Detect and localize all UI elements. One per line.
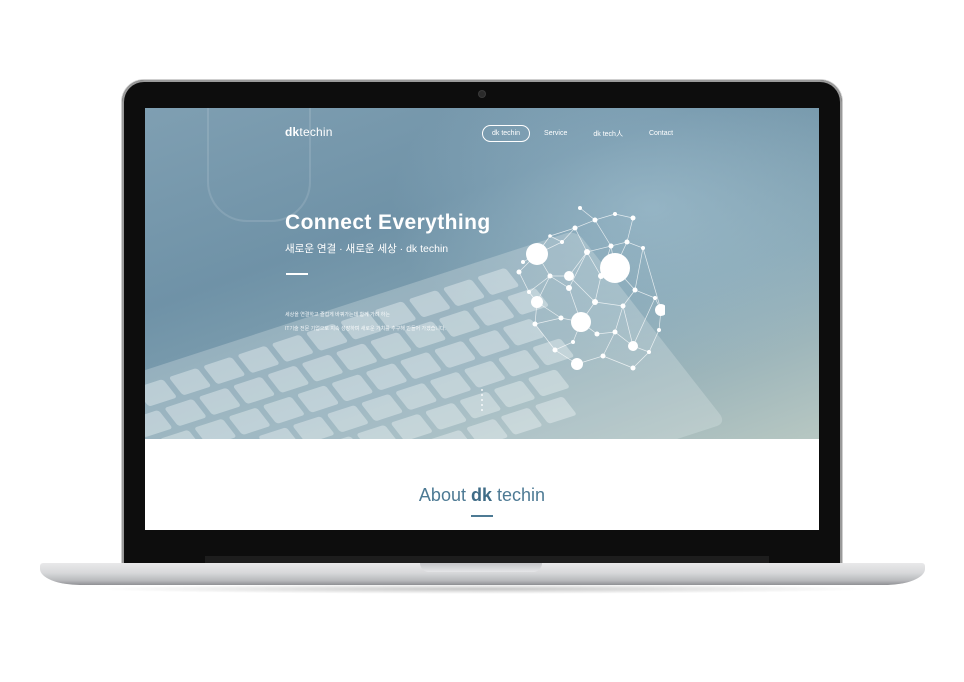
main-nav: dk techin Service dk tech人 Contact xyxy=(482,125,699,142)
camera-icon xyxy=(479,91,485,97)
hero-divider xyxy=(286,273,308,275)
laptop-screen: dktechin dk techin Service dk tech人 Cont… xyxy=(145,108,819,530)
hero-subtitle: 새로운 연결 · 새로운 세상 · dk techin xyxy=(285,243,449,255)
about-title-suffix: techin xyxy=(497,485,546,505)
scroll-indicator[interactable] xyxy=(481,389,483,411)
hero-description: 세상을 연결하고 즐겁게 바꿔가는데 함께 가려 하는 IT기술 전문 기업으로… xyxy=(285,308,446,336)
brand-suffix: techin xyxy=(299,125,333,139)
hero-description-line: IT기술 전문 기업으로 지속 성장하며 새로운 가치를 추구해 만들어 가겠습… xyxy=(285,326,446,332)
nav-item-contact[interactable]: Contact xyxy=(649,130,673,137)
hero-section: dktechin dk techin Service dk tech人 Cont… xyxy=(145,108,819,439)
about-divider xyxy=(471,515,493,517)
scroll-dot xyxy=(481,404,483,406)
scroll-dot xyxy=(481,399,483,401)
about-section: About dk techin xyxy=(145,439,819,530)
about-title-prefix: About xyxy=(418,485,466,505)
about-title: About dk techin xyxy=(145,485,819,506)
brand-logo[interactable]: dktechin xyxy=(285,125,333,139)
laptop-shadow xyxy=(90,584,875,594)
network-graphic xyxy=(516,206,665,371)
nav-item-service[interactable]: Service xyxy=(544,130,567,137)
nav-item-dk-techin[interactable]: dk techin xyxy=(482,125,531,142)
about-title-brand: dk xyxy=(470,485,492,505)
scroll-dot xyxy=(481,389,483,391)
hero-description-line: 세상을 연결하고 즐겁게 바꿔가는데 함께 가려 하는 xyxy=(285,312,390,318)
scroll-dot xyxy=(481,394,483,396)
scroll-dot xyxy=(481,409,483,411)
hero-title: Connect Everything xyxy=(285,211,491,234)
nav-item-dk-tech-people[interactable]: dk tech人 xyxy=(593,129,623,139)
laptop-notch xyxy=(420,563,542,572)
brand-prefix: dk xyxy=(285,125,300,139)
